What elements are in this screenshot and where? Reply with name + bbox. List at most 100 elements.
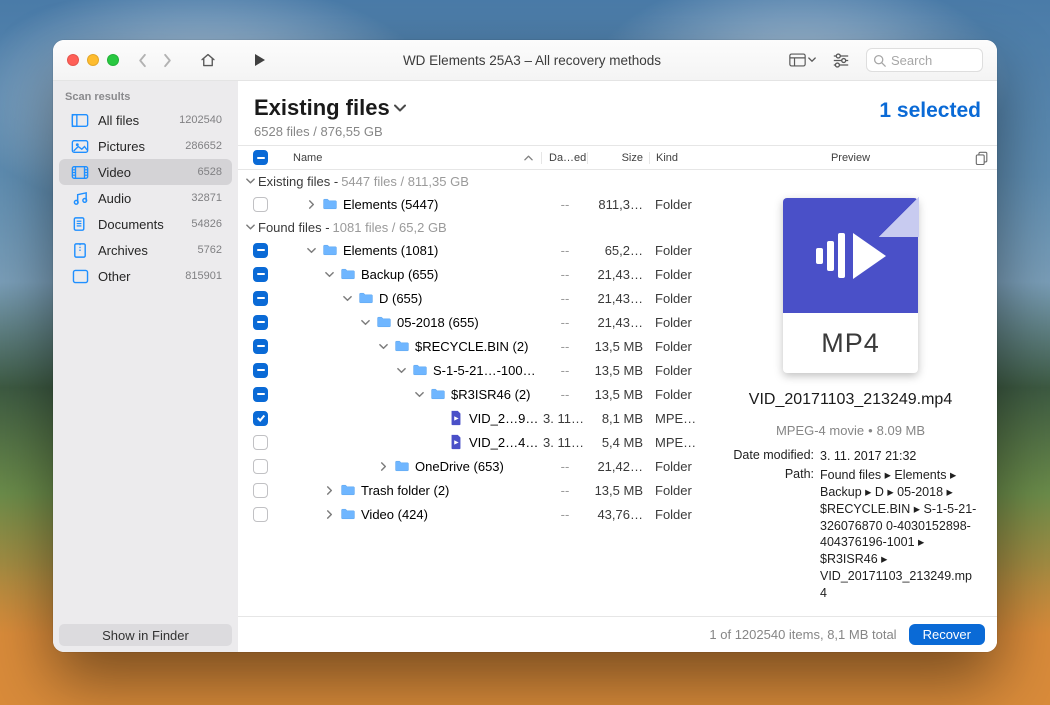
home-button[interactable] xyxy=(199,52,217,69)
row-name: VID_2…4.mp4 xyxy=(469,435,541,450)
table-row[interactable]: Trash folder (2)--13,5 MBFolder xyxy=(238,478,704,502)
row-checkbox[interactable] xyxy=(253,339,268,354)
table-row[interactable]: $RECYCLE.BIN (2) --13,5 MBFolder xyxy=(238,334,704,358)
play-icon xyxy=(816,233,886,279)
status-text: 1 of 1202540 items, 8,1 MB total xyxy=(238,627,909,642)
forward-button[interactable] xyxy=(161,53,173,68)
row-checkbox[interactable] xyxy=(253,243,268,258)
audio-icon xyxy=(71,189,89,207)
row-name: $RECYCLE.BIN (2) xyxy=(415,339,528,354)
chevron-down-icon[interactable] xyxy=(305,246,317,255)
row-checkbox[interactable] xyxy=(253,267,268,282)
chevron-down-icon[interactable] xyxy=(377,342,389,351)
row-size: 13,5 MB xyxy=(587,387,649,402)
tree-section[interactable]: Existing files - 5447 files / 811,35 GB xyxy=(238,170,704,192)
row-checkbox[interactable] xyxy=(253,435,268,450)
close-window-button[interactable] xyxy=(67,54,79,66)
row-checkbox[interactable] xyxy=(253,197,268,212)
row-kind: Folder xyxy=(649,197,704,212)
row-date: -- xyxy=(541,339,587,354)
column-date[interactable]: Da…ed xyxy=(541,152,587,164)
sidebar-item-other[interactable]: Other 815901 xyxy=(59,263,232,289)
filter-settings-button[interactable] xyxy=(832,53,850,68)
table-row[interactable]: Elements (5447)--811,3…Folder xyxy=(238,192,704,216)
file-tree: Existing files - 5447 files / 811,35 GBE… xyxy=(238,170,704,616)
row-kind: Folder xyxy=(649,339,704,354)
chevron-down-icon[interactable] xyxy=(341,294,353,303)
chevron-right-icon[interactable] xyxy=(305,200,317,209)
row-checkbox[interactable] xyxy=(253,507,268,522)
sidebar-item-all-files[interactable]: All files1202540 xyxy=(59,107,232,133)
table-row[interactable]: $R3ISR46 (2)--13,5 MBFolder xyxy=(238,382,704,406)
row-checkbox[interactable] xyxy=(253,291,268,306)
sidebar-item-label: Other xyxy=(98,269,176,284)
table-row[interactable]: Video (424)--43,76…Folder xyxy=(238,502,704,526)
chevron-down-icon[interactable] xyxy=(413,390,425,399)
row-kind: Folder xyxy=(649,387,704,402)
row-size: 43,76… xyxy=(587,507,649,522)
row-kind: Folder xyxy=(649,459,704,474)
table-row[interactable]: VID_2…4.mp43. 11.…5,4 MBMPEG… xyxy=(238,430,704,454)
row-size: 21,43… xyxy=(587,267,649,282)
sidebar-item-archives[interactable]: Archives5762 xyxy=(59,237,232,263)
chevron-right-icon[interactable] xyxy=(377,462,389,471)
archives-icon xyxy=(71,241,89,259)
allfiles-icon xyxy=(71,111,89,129)
row-checkbox[interactable] xyxy=(253,411,268,426)
minimize-window-button[interactable] xyxy=(87,54,99,66)
row-name: VID_2…9.mp4 xyxy=(469,411,541,426)
table-row[interactable]: D (655)--21,43…Folder xyxy=(238,286,704,310)
show-in-finder-button[interactable]: Show in Finder xyxy=(59,624,232,646)
column-kind[interactable]: Kind xyxy=(649,152,704,164)
titlebar: WD Elements 25A3 – All recovery methods … xyxy=(53,40,997,81)
sidebar-item-count: 815901 xyxy=(185,270,222,282)
chevron-right-icon[interactable] xyxy=(323,510,335,519)
header-checkbox[interactable] xyxy=(253,150,268,165)
table-row[interactable]: OneDrive (653)--21,42…Folder xyxy=(238,454,704,478)
table-row[interactable]: Backup (655)--21,43…Folder xyxy=(238,262,704,286)
row-checkbox[interactable] xyxy=(253,387,268,402)
preview-filename: VID_20171103_213249.mp4 xyxy=(749,391,952,409)
zoom-window-button[interactable] xyxy=(107,54,119,66)
sidebar-item-pictures[interactable]: Pictures286652 xyxy=(59,133,232,159)
page-title[interactable]: Existing files xyxy=(254,95,406,121)
row-kind: Folder xyxy=(649,243,704,258)
chevron-down-icon[interactable] xyxy=(359,318,371,327)
row-name: Elements (1081) xyxy=(343,243,438,258)
table-row[interactable]: 05-2018 (655)--21,43…Folder xyxy=(238,310,704,334)
row-checkbox[interactable] xyxy=(253,459,268,474)
copy-icon[interactable] xyxy=(975,151,989,165)
tree-section[interactable]: Found files - 1081 files / 65,2 GB xyxy=(238,216,704,238)
row-checkbox[interactable] xyxy=(253,483,268,498)
chevron-down-icon[interactable] xyxy=(323,270,335,279)
preview-heading: Preview xyxy=(831,152,870,164)
table-row[interactable]: VID_2…9.mp43. 11.…8,1 MBMPEG… xyxy=(238,406,704,430)
file-thumbnail: MP4 xyxy=(783,198,918,373)
recover-button[interactable]: Recover xyxy=(909,624,985,645)
play-button[interactable] xyxy=(253,52,267,68)
chevron-down-icon[interactable] xyxy=(395,366,407,375)
row-size: 13,5 MB xyxy=(587,339,649,354)
row-checkbox[interactable] xyxy=(253,315,268,330)
view-options-button[interactable] xyxy=(789,53,816,67)
row-size: 13,5 MB xyxy=(587,363,649,378)
sidebar-item-label: All files xyxy=(98,113,170,128)
sidebar-item-video[interactable]: Video6528 xyxy=(59,159,232,185)
row-name: S-1-5-21…-1001 (2) xyxy=(433,363,541,378)
chevron-right-icon[interactable] xyxy=(323,486,335,495)
row-checkbox[interactable] xyxy=(253,363,268,378)
sidebar-item-audio[interactable]: Audio32871 xyxy=(59,185,232,211)
row-date: -- xyxy=(541,483,587,498)
date-modified-label: Date modified: xyxy=(724,448,814,465)
sidebar-item-documents[interactable]: Documents54826 xyxy=(59,211,232,237)
search-input[interactable]: Search xyxy=(866,48,983,72)
row-size: 21,43… xyxy=(587,291,649,306)
row-date: -- xyxy=(541,459,587,474)
table-row[interactable]: Elements (1081)--65,2…Folder xyxy=(238,238,704,262)
back-button[interactable] xyxy=(137,53,149,68)
path-value: Found files ▸ Elements ▸ Backup ▸ D ▸ 05… xyxy=(820,467,977,602)
column-size[interactable]: Size xyxy=(587,152,649,164)
column-name[interactable]: Name xyxy=(283,152,541,164)
table-row[interactable]: S-1-5-21…-1001 (2)--13,5 MBFolder xyxy=(238,358,704,382)
app-window: WD Elements 25A3 – All recovery methods … xyxy=(53,40,997,652)
